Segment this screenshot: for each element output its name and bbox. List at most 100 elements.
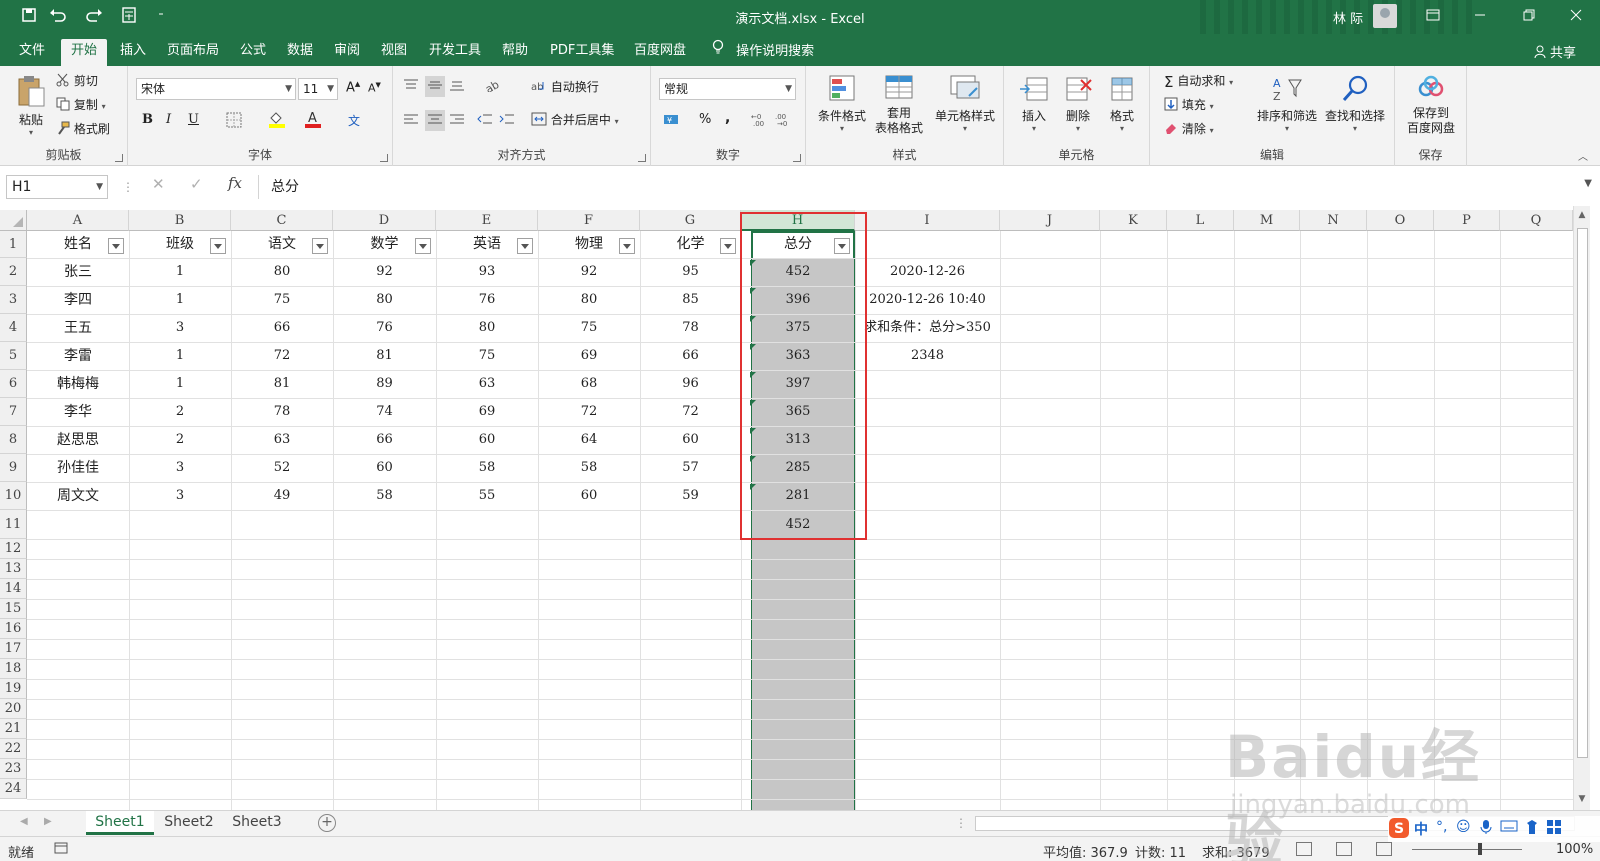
confirm-entry-icon[interactable]: ✓	[190, 175, 203, 193]
tab-home[interactable]: 开始	[61, 39, 107, 66]
sheet-tab-sheet2[interactable]: Sheet2	[156, 811, 222, 835]
filter-dropdown-icon[interactable]	[415, 238, 431, 254]
add-sheet-icon[interactable]: +	[318, 814, 336, 832]
toolbox-icon[interactable]	[1546, 819, 1562, 839]
column-header-g[interactable]: G	[640, 210, 741, 231]
cell-b9[interactable]: 3	[129, 454, 231, 482]
number-dialog-launcher[interactable]	[793, 154, 801, 162]
tab-formulas[interactable]: 公式	[234, 39, 272, 66]
filter-dropdown-icon[interactable]	[619, 238, 635, 254]
minimize-icon[interactable]	[1467, 5, 1493, 29]
cell-b5[interactable]: 1	[129, 342, 231, 370]
fill-color-icon[interactable]	[268, 110, 286, 131]
conditional-formatting-button[interactable]: 条件格式 ▾	[814, 74, 870, 133]
cell-d7[interactable]: 74	[333, 398, 436, 426]
accounting-format-icon[interactable]: ¥	[663, 112, 683, 129]
formula-input[interactable]: 总分	[258, 175, 1588, 199]
cell-c8[interactable]: 63	[231, 426, 333, 454]
cell-e8[interactable]: 60	[436, 426, 538, 454]
fill-button[interactable]: 填充 ▾	[1164, 96, 1214, 114]
font-size-select[interactable]: 11 ▼	[298, 78, 338, 100]
cell-b2[interactable]: 1	[129, 258, 231, 286]
clear-button[interactable]: 清除 ▾	[1164, 120, 1214, 138]
restore-icon[interactable]	[1516, 5, 1542, 29]
find-select-button[interactable]: 查找和选择 ▾	[1322, 74, 1388, 133]
align-bottom-icon[interactable]	[449, 78, 465, 95]
font-dialog-launcher[interactable]	[380, 154, 388, 162]
row-header-6[interactable]: 6	[0, 370, 27, 398]
cell-c9[interactable]: 52	[231, 454, 333, 482]
cell-g10[interactable]: 59	[640, 482, 741, 510]
cell-d3[interactable]: 80	[333, 286, 436, 314]
cell-e10[interactable]: 55	[436, 482, 538, 510]
cell-c7[interactable]: 78	[231, 398, 333, 426]
cell-e3[interactable]: 76	[436, 286, 538, 314]
wrap-text-button[interactable]: ab 自动换行	[531, 78, 599, 96]
row-header-24[interactable]: 24	[0, 779, 27, 799]
zoom-slider[interactable]	[1412, 849, 1522, 850]
cell-e2[interactable]: 93	[436, 258, 538, 286]
cell-b3[interactable]: 1	[129, 286, 231, 314]
sogou-icon[interactable]: S	[1388, 817, 1410, 843]
increase-decimal-icon[interactable]: ←0.00	[751, 112, 769, 129]
font-name-select[interactable]: 宋体 ▼	[136, 78, 296, 100]
zoom-level[interactable]: 100%	[1556, 842, 1593, 857]
filter-dropdown-icon[interactable]	[312, 238, 328, 254]
previous-sheet-icon[interactable]: ◀	[20, 816, 28, 827]
row-header-10[interactable]: 10	[0, 482, 27, 510]
cell-e5[interactable]: 75	[436, 342, 538, 370]
tab-file[interactable]: 文件	[13, 39, 51, 66]
cell-f6[interactable]: 68	[538, 370, 640, 398]
cell-g7[interactable]: 72	[640, 398, 741, 426]
cell-c4[interactable]: 66	[231, 314, 333, 342]
cell-f2[interactable]: 92	[538, 258, 640, 286]
scroll-down-icon[interactable]: ▼	[1577, 794, 1587, 804]
tab-review[interactable]: 审阅	[328, 39, 366, 66]
cell-e9[interactable]: 58	[436, 454, 538, 482]
font-color-icon[interactable]: A	[304, 110, 322, 131]
row-header-11[interactable]: 11	[0, 510, 27, 539]
alignment-dialog-launcher[interactable]	[638, 154, 646, 162]
tab-baidu-netdisk[interactable]: 百度网盘	[628, 39, 692, 66]
zoom-slider-thumb[interactable]	[1478, 843, 1482, 855]
italic-button[interactable]: I	[166, 112, 171, 127]
emoji-icon[interactable]: ☺	[1456, 819, 1471, 835]
ribbon-display-options-icon[interactable]	[1420, 5, 1446, 29]
column-header-c[interactable]: C	[231, 210, 333, 231]
cell-d4[interactable]: 76	[333, 314, 436, 342]
format-as-table-button[interactable]: 套用 表格格式	[868, 74, 930, 136]
skin-icon[interactable]	[1524, 819, 1540, 839]
filter-dropdown-icon[interactable]	[720, 238, 736, 254]
align-left-icon[interactable]	[403, 112, 419, 129]
cell-a5[interactable]: 李雷	[27, 342, 129, 370]
user-name[interactable]: 林 际	[1333, 8, 1363, 27]
row-header-4[interactable]: 4	[0, 314, 27, 342]
column-header-q[interactable]: Q	[1500, 210, 1573, 231]
cell-c6[interactable]: 81	[231, 370, 333, 398]
ime-mode-label[interactable]: 中	[1414, 819, 1428, 839]
cut-button[interactable]: 剪切	[56, 72, 98, 90]
insert-cells-button[interactable]: 插入 ▾	[1016, 74, 1052, 133]
underline-button[interactable]: U	[188, 112, 199, 127]
cell-a9[interactable]: 孙佳佳	[27, 454, 129, 482]
tab-insert[interactable]: 插入	[114, 39, 152, 66]
row-header-1[interactable]: 1	[0, 231, 27, 258]
row-header-15[interactable]: 15	[0, 599, 27, 619]
cell-c10[interactable]: 49	[231, 482, 333, 510]
cell-a4[interactable]: 王五	[27, 314, 129, 342]
cell-e4[interactable]: 80	[436, 314, 538, 342]
cell-f10[interactable]: 60	[538, 482, 640, 510]
column-header-d[interactable]: D	[333, 210, 436, 231]
filter-dropdown-icon[interactable]	[517, 238, 533, 254]
column-header-k[interactable]: K	[1100, 210, 1167, 231]
name-box[interactable]: H1 ▼	[6, 175, 108, 199]
format-painter-button[interactable]: 格式刷	[56, 120, 110, 138]
cell-g6[interactable]: 96	[640, 370, 741, 398]
cell-i4[interactable]: 求和条件：总分>350	[855, 314, 1000, 342]
column-header-m[interactable]: M	[1234, 210, 1300, 231]
row-header-5[interactable]: 5	[0, 342, 27, 370]
cell-g5[interactable]: 66	[640, 342, 741, 370]
close-icon[interactable]	[1563, 5, 1589, 29]
column-header-n[interactable]: N	[1300, 210, 1367, 231]
cell-i2[interactable]: 2020-12-26	[855, 258, 1000, 286]
